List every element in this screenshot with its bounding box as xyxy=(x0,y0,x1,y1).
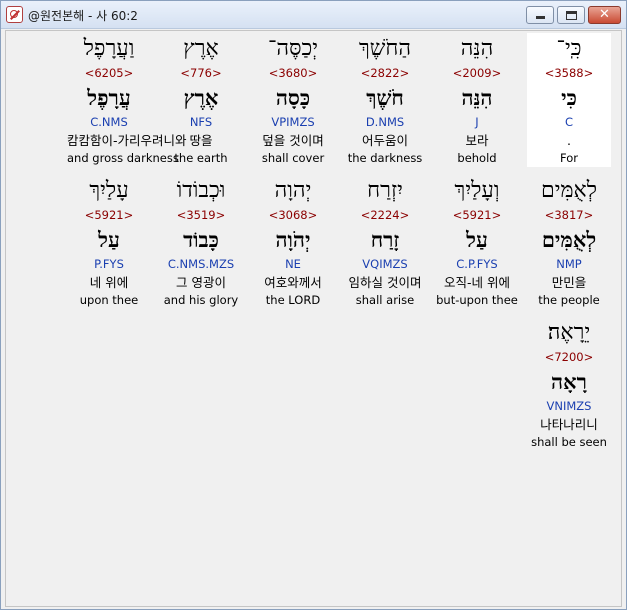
word-heb: לְאֻמִּים xyxy=(540,178,598,203)
word-heb: יִזְרַח xyxy=(367,178,403,203)
word-strong: <3519> xyxy=(176,208,226,222)
word-strong: <5921> xyxy=(452,208,502,222)
word-cell[interactable]: לְאֻמִּים <3817> לְאֻמִּים NMP 만민을 the people xyxy=(527,175,611,309)
maximize-button[interactable] xyxy=(557,6,585,24)
word-cell[interactable]: וַעֲרָפֶל <6205> עֲרָפֶל C.NMS 캄캄함이-가리우려니와 an… xyxy=(67,33,187,167)
word-lemma: כָּסָה xyxy=(275,85,311,110)
word-english: and his glory xyxy=(163,293,239,307)
word-heb: וְעָלַיִךְ xyxy=(454,178,500,203)
word-korean: 오직-네 위에 xyxy=(444,275,510,290)
word-lemma: זָרַח xyxy=(370,227,400,252)
close-button[interactable]: ✕ xyxy=(588,6,621,24)
word-strong: <2822> xyxy=(360,66,410,80)
word-english: For xyxy=(560,151,578,165)
word-korean: 그 영광이 xyxy=(176,275,226,290)
word-morph: NE xyxy=(285,257,301,271)
word-korean: 나타나리니 xyxy=(540,417,598,432)
word-korean: 덮을 것이며 xyxy=(262,133,324,148)
word-lemma: לְאֻמִּים xyxy=(541,227,597,252)
word-korean: 네 위에 xyxy=(89,275,129,290)
word-morph: C xyxy=(564,115,574,129)
interlinear-panel: כִּֽי־ <3588> כִּי C. For הִנֵּה <2009> הִנֵּה J… xyxy=(5,30,622,607)
minimize-icon xyxy=(536,16,545,19)
word-strong: <3068> xyxy=(268,208,318,222)
window-title: @원전본해 - 사 60:2 xyxy=(28,9,138,23)
word-lemma: עַל xyxy=(98,227,120,252)
word-english: shall arise xyxy=(355,293,415,307)
maximize-icon xyxy=(566,11,577,20)
word-lemma: חֹשֶׁךְ xyxy=(366,85,404,110)
word-cell[interactable]: הִנֵּה <2009> הִנֵּה J 보라 behold xyxy=(435,33,519,167)
word-english: the darkness xyxy=(347,151,423,165)
word-lemma: הִנֵּה xyxy=(461,85,493,110)
word-strong: <776> xyxy=(180,66,222,80)
word-lemma: כָּבוֹד xyxy=(183,227,219,252)
app-logo-icon[interactable] xyxy=(6,6,23,23)
word-morph: VQIMZS xyxy=(362,257,408,271)
word-morph: C.P.FYS xyxy=(456,257,498,271)
word-korean: 보라 xyxy=(465,133,489,148)
word-morph: P.FYS xyxy=(94,257,124,271)
word-morph: VPIMZS xyxy=(271,115,315,129)
word-heb: הַחֹשֶׁךְ xyxy=(358,36,412,61)
word-cell[interactable]: יֵרָאֶה׃ <7200> רָאָה VNIMZS 나타나리니 shall be s… xyxy=(527,317,611,451)
word-cell[interactable]: כִּֽי־ <3588> כִּי C. For xyxy=(527,33,611,167)
word-lemma: רָאָה xyxy=(551,369,587,394)
word-heb: הִנֵּה xyxy=(460,36,494,61)
word-strong: <3680> xyxy=(268,66,318,80)
word-english: shall be seen xyxy=(531,435,607,449)
app-window: @원전본해 - 사 60:2 ✕ כִּֽי־ <3588> כִּי C. For הִ… xyxy=(0,0,627,610)
word-english: the people xyxy=(538,293,600,307)
word-cell[interactable]: יְכַסֶּה־ <3680> כָּסָה VPIMZS 덮을 것이며 shall c… xyxy=(251,33,335,167)
word-strong: <2009> xyxy=(452,66,502,80)
word-heb: וּכְבוֹדוֹ xyxy=(176,178,226,203)
word-morph: D.NMS xyxy=(365,115,405,129)
word-cell[interactable]: וּכְבוֹדוֹ <3519> כָּבוֹד C.NMS.MZS 그 영광이 and… xyxy=(159,175,243,309)
word-strong: <7200> xyxy=(544,350,594,364)
word-morph: NMP xyxy=(556,257,582,271)
word-heb: יְכַסֶּה־ xyxy=(267,36,319,61)
word-korean: 임하실 것이며 xyxy=(348,275,422,290)
word-strong: <3588> xyxy=(544,66,594,80)
word-morph: C.NMS xyxy=(90,115,128,129)
word-korean: 캄캄함이-가리우려니와 xyxy=(67,133,187,148)
word-heb: כִּֽי־ xyxy=(556,36,582,61)
word-morph: J xyxy=(475,115,479,129)
word-strong: <3817> xyxy=(544,208,594,222)
word-cell[interactable]: עָלַיִךְ <5921> עַל P.FYS 네 위에 upon thee xyxy=(67,175,151,309)
word-heb: יְהוָה xyxy=(274,178,312,203)
word-cell[interactable]: הַחֹשֶׁךְ <2822> חֹשֶׁךְ D.NMS 어두움이 the darkn… xyxy=(343,33,427,167)
word-english: the LORD xyxy=(265,293,321,307)
word-morph: NFS xyxy=(189,115,213,129)
word-morph: VNIMZS xyxy=(546,399,592,413)
word-lemma: עֲרָפֶל xyxy=(87,85,131,110)
word-cell[interactable]: יִזְרַח <2224> זָרַח VQIMZS 임하실 것이며 shall ari… xyxy=(343,175,427,309)
word-korean: 어두움이 xyxy=(361,133,408,148)
word-heb: אֶרֶץ xyxy=(183,36,219,61)
close-icon: ✕ xyxy=(599,7,610,22)
word-english: upon thee xyxy=(79,293,139,307)
word-english: but-upon thee xyxy=(436,293,518,307)
word-english: shall cover xyxy=(261,151,325,165)
word-cell[interactable]: וְעָלַיִךְ <5921> עַל C.P.FYS 오직-네 위에 but-upo… xyxy=(435,175,519,309)
word-lemma: עַל xyxy=(466,227,488,252)
word-korean: . xyxy=(567,133,571,148)
word-heb: יֵרָאֶה׃ xyxy=(547,320,591,345)
minimize-button[interactable] xyxy=(526,6,554,24)
word-strong: <6205> xyxy=(84,66,134,80)
word-cell[interactable]: יְהוָה <3068> יְהֹוָה NE 여호와께서 the LORD xyxy=(251,175,335,309)
word-heb: וַעֲרָפֶל xyxy=(83,36,135,61)
word-morph: C.NMS.MZS xyxy=(167,257,235,271)
word-heb: עָלַיִךְ xyxy=(89,178,129,203)
word-strong: <5921> xyxy=(84,208,134,222)
word-english: behold xyxy=(457,151,497,165)
word-strong: <2224> xyxy=(360,208,410,222)
word-lemma: אֶרֶץ xyxy=(183,85,219,110)
title-bar[interactable]: @원전본해 - 사 60:2 ✕ xyxy=(1,1,626,29)
word-korean: 만민을 xyxy=(551,275,587,290)
word-english: and gross darkness xyxy=(67,151,179,165)
word-lemma: כִּי xyxy=(561,85,577,110)
word-lemma: יְהֹוָה xyxy=(275,227,311,252)
word-korean: 여호와께서 xyxy=(264,275,322,290)
